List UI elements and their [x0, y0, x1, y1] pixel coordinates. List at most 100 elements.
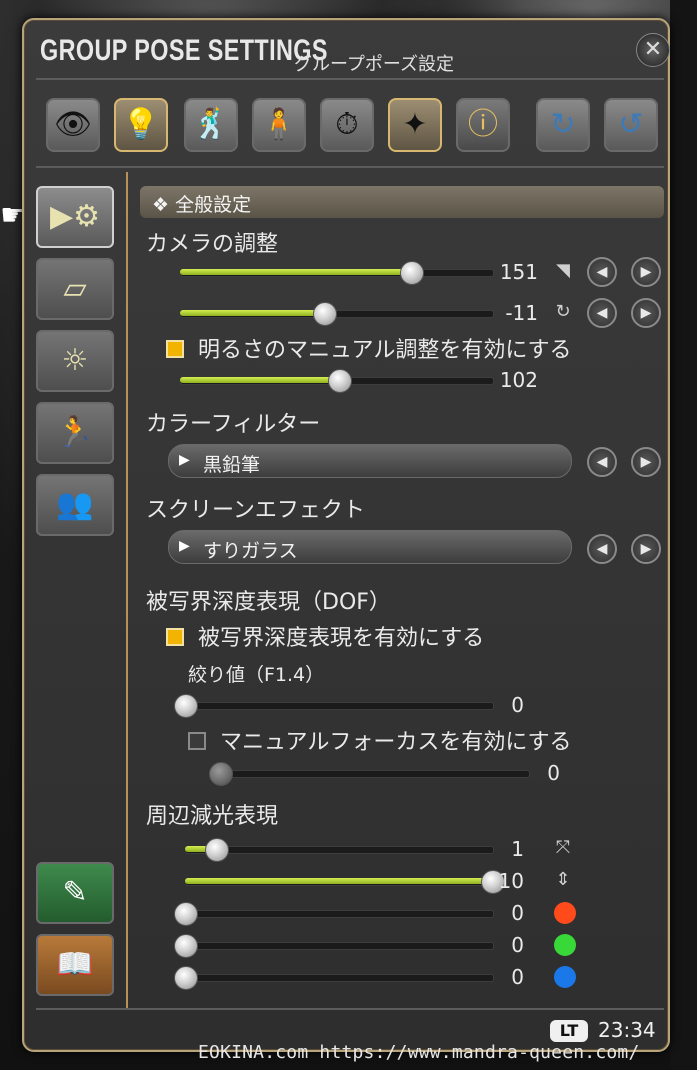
sidebar-button-camera-settings[interactable]: ▶⚙ — [36, 186, 114, 248]
watermark: EOKINA.com https://www.mandra-queen.com/ — [198, 1042, 640, 1063]
lt-button-badge: LT — [550, 1020, 588, 1042]
vignette-slider-4-value: 0 — [511, 933, 524, 957]
camera-distance-next-button[interactable]: ▶ — [631, 257, 661, 287]
frame-filter-icon: ▱ — [63, 271, 87, 306]
reset-rotate-alt-icon: ↺ — [618, 107, 644, 142]
camera-distance-slider-fill — [180, 269, 411, 275]
camera-angle-slider-fill — [180, 310, 324, 316]
vignette-slider-4-knob[interactable] — [174, 934, 198, 958]
wifi-signal-icon[interactable]: ◥ — [550, 260, 576, 281]
character-face-icon: 🧍 — [260, 107, 298, 142]
edit-book-icon: ✎ — [62, 875, 88, 910]
toolbar-button-effect-burst[interactable]: ✦ — [388, 98, 442, 152]
color-filter-dropdown[interactable]: ▶ 黒鉛筆 — [168, 444, 572, 478]
character-pose-icon: 🕺 — [192, 107, 230, 142]
eye-icon: 👁 — [53, 107, 93, 142]
window-title: GROUP POSE SETTINGS — [40, 34, 328, 67]
brightness-slider-knob[interactable] — [328, 369, 352, 393]
toolbar-button-eye[interactable]: 👁 — [46, 98, 100, 152]
focus-slider-knob[interactable] — [209, 762, 233, 786]
time-weather-lock-icon: ⏱ — [335, 107, 359, 142]
toolbar-button-reset-rotate-alt[interactable]: ↺ — [604, 98, 658, 152]
dropdown-triangle-icon: ▶ — [179, 538, 190, 554]
sidebar-button-help-book[interactable]: 📖 — [36, 934, 114, 996]
aperture-slider-value: 0 — [511, 693, 524, 717]
brightness-slider-fill — [180, 377, 339, 383]
vignette-slider-1-knob[interactable] — [205, 838, 229, 862]
toolbar-button-character-pose[interactable]: 🕺 — [184, 98, 238, 152]
screen-effect-value: すりガラス — [203, 540, 298, 562]
vignette-slider-5-knob[interactable] — [174, 966, 198, 990]
aperture-slider-knob[interactable] — [174, 694, 198, 718]
toolbar-button-reset-rotate[interactable]: ↻ — [536, 98, 590, 152]
vertical-resize-icon[interactable]: ⇕ — [550, 869, 576, 890]
toolbar-button-lamp[interactable]: 💡 — [114, 98, 168, 152]
camera-adjust-label: カメラの調整 — [146, 232, 279, 257]
screen-effect-prev-button[interactable]: ◀ — [587, 534, 617, 564]
clock: 23:34 — [598, 1018, 656, 1042]
vignette-slider-3-track[interactable] — [185, 910, 494, 918]
aperture-label: 絞り値（F1.4） — [188, 664, 325, 686]
focus-slider-value: 0 — [547, 761, 560, 785]
dof-enable-label: 被写界深度表現を有効にする — [198, 626, 485, 651]
dropdown-triangle-icon: ▶ — [179, 452, 190, 468]
manual-focus-label: マニュアルフォーカスを有効にする — [220, 730, 572, 755]
reset-rotate-icon: ↻ — [550, 107, 576, 142]
rotate-icon[interactable]: ↻ — [550, 301, 576, 322]
vignette-slider-5-value: 0 — [511, 965, 524, 989]
dof-enable-checkbox[interactable] — [166, 628, 184, 646]
color-filter-next-button[interactable]: ▶ — [631, 447, 661, 477]
aperture-slider-track[interactable] — [185, 702, 494, 710]
close-x-icon[interactable]: ✕ — [636, 33, 670, 67]
section-header-general: ❖ 全般設定 — [140, 186, 664, 218]
window-subtitle: グループポーズ設定 — [294, 54, 455, 75]
camera-distance-slider-knob[interactable] — [400, 261, 424, 285]
dof-label: 被写界深度表現（DOF） — [146, 590, 391, 615]
brightness-slider-value: 102 — [499, 368, 538, 392]
vignette-slider-1-track[interactable] — [185, 846, 494, 854]
footer-divider — [36, 1008, 664, 1010]
blue-color-icon — [554, 966, 576, 988]
toolbar-divider — [36, 166, 664, 168]
effect-burst-icon: ✦ — [402, 107, 428, 142]
sidebar-button-lighting[interactable]: ☼ — [36, 330, 114, 392]
vignette-slider-3-knob[interactable] — [174, 902, 198, 926]
toolbar-button-time-weather-lock[interactable]: ⏱ — [320, 98, 374, 152]
info-icon: ⓘ — [468, 107, 498, 142]
camera-angle-next-button[interactable]: ▶ — [631, 298, 661, 328]
sidebar-button-edit-book[interactable]: ✎ — [36, 862, 114, 924]
screen-effect-dropdown[interactable]: ▶ すりガラス — [168, 530, 572, 564]
manual-brightness-label: 明るさのマニュアル調整を有効にする — [198, 338, 572, 363]
camera-angle-slider-knob[interactable] — [313, 302, 337, 326]
manual-brightness-checkbox[interactable] — [166, 340, 184, 358]
focus-slider-track[interactable] — [220, 770, 530, 778]
background-edge — [670, 0, 697, 1070]
lighting-icon: ☼ — [61, 343, 89, 378]
camera-angle-prev-button[interactable]: ◀ — [587, 298, 617, 328]
screen-effect-next-button[interactable]: ▶ — [631, 534, 661, 564]
vignette-slider-2-value: 10 — [498, 869, 524, 893]
toolbar-button-info[interactable]: ⓘ — [456, 98, 510, 152]
title-divider — [36, 78, 664, 80]
sidebar-button-frame-filter[interactable]: ▱ — [36, 258, 114, 320]
screen-effect-label: スクリーンエフェクト — [146, 498, 365, 523]
section-header-label: ❖ 全般設定 — [152, 194, 252, 216]
expand-icon[interactable]: ⤧ — [550, 837, 576, 858]
sidebar-button-motion[interactable]: 🏃 — [36, 402, 114, 464]
camera-settings-icon: ▶⚙ — [50, 199, 100, 234]
manual-focus-checkbox[interactable] — [188, 732, 206, 750]
toolbar-button-character-face[interactable]: 🧍 — [252, 98, 306, 152]
sidebar-button-group-characters[interactable]: 👥 — [36, 474, 114, 536]
camera-distance-slider-value: 151 — [499, 260, 538, 284]
camera-distance-prev-button[interactable]: ◀ — [587, 257, 617, 287]
vignette-slider-1-value: 1 — [511, 837, 524, 861]
group-characters-icon: 👥 — [56, 487, 94, 522]
camera-angle-slider-value: -11 — [505, 301, 538, 325]
vignette-slider-4-track[interactable] — [185, 942, 494, 950]
vignette-slider-3-value: 0 — [511, 901, 524, 925]
sidebar-divider — [126, 172, 128, 1008]
red-color-icon — [554, 902, 576, 924]
vignette-slider-5-track[interactable] — [185, 974, 494, 982]
color-filter-prev-button[interactable]: ◀ — [587, 447, 617, 477]
vignette-label: 周辺減光表現 — [146, 804, 279, 829]
